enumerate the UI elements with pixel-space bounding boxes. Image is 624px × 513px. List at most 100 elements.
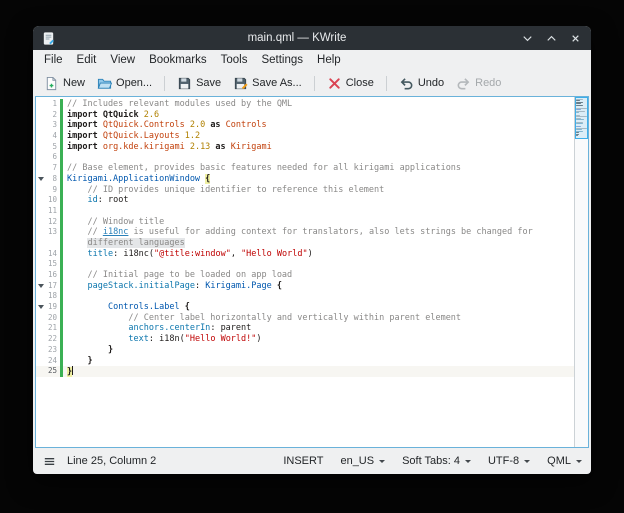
chevron-down-icon bbox=[576, 460, 582, 463]
line-number: 1 bbox=[45, 99, 60, 110]
menu-item-view[interactable]: View bbox=[103, 52, 142, 68]
code-line-8[interactable]: 8Kirigami.ApplicationWindow { bbox=[36, 174, 574, 185]
fold-column bbox=[36, 227, 45, 238]
title-bar[interactable]: main.qml — KWrite bbox=[33, 26, 591, 50]
code-line-16[interactable]: 16 // Initial page to be loaded on app l… bbox=[36, 270, 574, 281]
fold-column bbox=[36, 99, 45, 110]
code-line-24[interactable]: 24 } bbox=[36, 356, 574, 367]
toolbar-button-undo[interactable]: Undo bbox=[394, 73, 449, 94]
fold-column bbox=[36, 217, 45, 228]
line-number: 16 bbox=[45, 270, 60, 281]
chevron-down-icon bbox=[379, 460, 385, 463]
code-line-22[interactable]: 22 text: i18n("Hello World!") bbox=[36, 334, 574, 345]
menu-item-bookmarks[interactable]: Bookmarks bbox=[142, 52, 214, 68]
modified-line-indicator bbox=[60, 227, 63, 238]
code-text: // Center label horizontally and vertica… bbox=[67, 313, 461, 324]
toolbar-button-open[interactable]: Open... bbox=[92, 73, 157, 94]
code-line-10[interactable]: 10 id: root bbox=[36, 195, 574, 206]
code-lines[interactable]: 1 // Includes relevant modules used by th… bbox=[36, 97, 574, 447]
statusbar-encoding[interactable]: UTF-8 bbox=[488, 455, 530, 467]
menu-item-help[interactable]: Help bbox=[310, 52, 348, 68]
menu-item-edit[interactable]: Edit bbox=[70, 52, 104, 68]
line-number: 7 bbox=[45, 163, 60, 174]
code-text: // ID provides unique identifier to refe… bbox=[67, 185, 384, 196]
code-text: // Includes relevant modules used by the… bbox=[67, 99, 292, 110]
code-line-20[interactable]: 20 // Center label horizontally and vert… bbox=[36, 313, 574, 324]
modified-line-indicator bbox=[60, 142, 63, 153]
code-line-4[interactable]: 4import QtQuick.Layouts 1.2 bbox=[36, 131, 574, 142]
minimap-viewport[interactable] bbox=[575, 97, 588, 139]
maximize-button[interactable] bbox=[544, 31, 559, 46]
line-number: 15 bbox=[45, 259, 60, 270]
code-line-2[interactable]: 2import QtQuick 2.6 bbox=[36, 110, 574, 121]
code-line-19[interactable]: 19 Controls.Label { bbox=[36, 302, 574, 313]
code-line-13[interactable]: 13 // i18nc is useful for adding context… bbox=[36, 227, 574, 238]
toolbar-button-save-as[interactable]: Save As... bbox=[228, 73, 307, 94]
modified-line-indicator bbox=[60, 174, 63, 185]
statusbar-highlight-mode-label: QML bbox=[547, 455, 571, 467]
modified-line-indicator bbox=[60, 302, 63, 313]
code-line-9[interactable]: 9 // ID provides unique identifier to re… bbox=[36, 185, 574, 196]
code-line-11[interactable]: 11 bbox=[36, 206, 574, 217]
code-line-wrap[interactable]: different languages bbox=[36, 238, 574, 249]
toolbar-separator bbox=[386, 76, 387, 91]
toolbar-button-close[interactable]: Close bbox=[322, 73, 379, 94]
code-line-12[interactable]: 12 // Window title bbox=[36, 217, 574, 228]
modified-line-indicator bbox=[60, 163, 63, 174]
modified-line-indicator bbox=[60, 238, 63, 249]
fold-column bbox=[36, 249, 45, 260]
statusbar-insert-mode[interactable]: INSERT bbox=[283, 455, 323, 467]
code-line-15[interactable]: 15 bbox=[36, 259, 574, 270]
scrollbar-minimap[interactable] bbox=[574, 97, 588, 447]
code-line-18[interactable]: 18 bbox=[36, 291, 574, 302]
minimize-button[interactable] bbox=[520, 31, 535, 46]
close-button[interactable] bbox=[568, 31, 583, 46]
fold-column bbox=[36, 356, 45, 367]
fold-column bbox=[36, 131, 45, 142]
statusbar-menu-button[interactable] bbox=[42, 454, 57, 469]
editor[interactable]: 1 // Includes relevant modules used by th… bbox=[35, 96, 589, 448]
code-line-21[interactable]: 21 anchors.centerIn: parent bbox=[36, 323, 574, 334]
window-controls bbox=[520, 31, 583, 46]
code-line-7[interactable]: 7 // Base element, provides basic feature… bbox=[36, 163, 574, 174]
modified-line-indicator bbox=[60, 334, 63, 345]
toolbar-button-save[interactable]: Save bbox=[172, 73, 226, 94]
code-text: } bbox=[67, 356, 93, 367]
menu-item-file[interactable]: File bbox=[37, 52, 70, 68]
statusbar-highlight-mode[interactable]: QML bbox=[547, 455, 582, 467]
toolbar-separator bbox=[164, 76, 165, 91]
toolbar-button-new[interactable]: New bbox=[39, 73, 90, 94]
statusbar-tab-mode-label: Soft Tabs: 4 bbox=[402, 455, 460, 467]
line-number: 13 bbox=[45, 227, 60, 238]
fold-marker[interactable] bbox=[36, 281, 45, 292]
text-cursor bbox=[72, 366, 73, 375]
toolbar-button-redo[interactable]: Redo bbox=[451, 73, 506, 94]
statusbar-dictionary[interactable]: en_US bbox=[340, 455, 385, 467]
fold-marker[interactable] bbox=[36, 302, 45, 313]
code-text: // Base element, provides basic features… bbox=[67, 163, 461, 174]
code-text: text: i18n("Hello World!") bbox=[67, 334, 262, 345]
statusbar-tab-mode[interactable]: Soft Tabs: 4 bbox=[402, 455, 471, 467]
code-line-17[interactable]: 17 pageStack.initialPage: Kirigami.Page … bbox=[36, 281, 574, 292]
menu-item-tools[interactable]: Tools bbox=[214, 52, 255, 68]
window-close-icon bbox=[568, 31, 583, 46]
fold-column bbox=[36, 313, 45, 324]
code-line-5[interactable]: 5import org.kde.kirigami 2.13 as Kirigam… bbox=[36, 142, 574, 153]
code-text: anchors.centerIn: parent bbox=[67, 323, 251, 334]
modified-line-indicator bbox=[60, 120, 63, 131]
line-number: 20 bbox=[45, 313, 60, 324]
modified-line-indicator bbox=[60, 195, 63, 206]
line-number: 10 bbox=[45, 195, 60, 206]
toolbar-button-label: New bbox=[63, 77, 85, 89]
code-line-25[interactable]: 25} bbox=[36, 366, 574, 377]
code-line-6[interactable]: 6 bbox=[36, 152, 574, 163]
code-line-1[interactable]: 1 // Includes relevant modules used by th… bbox=[36, 99, 574, 110]
fold-marker[interactable] bbox=[36, 174, 45, 185]
code-line-14[interactable]: 14 title: i18nc("@title:window", "Hello … bbox=[36, 249, 574, 260]
code-line-23[interactable]: 23 } bbox=[36, 345, 574, 356]
line-number: 24 bbox=[45, 356, 60, 367]
menu-item-settings[interactable]: Settings bbox=[254, 52, 310, 68]
modified-line-indicator bbox=[60, 152, 63, 163]
modified-line-indicator bbox=[60, 323, 63, 334]
code-line-3[interactable]: 3import QtQuick.Controls 2.0 as Controls bbox=[36, 120, 574, 131]
